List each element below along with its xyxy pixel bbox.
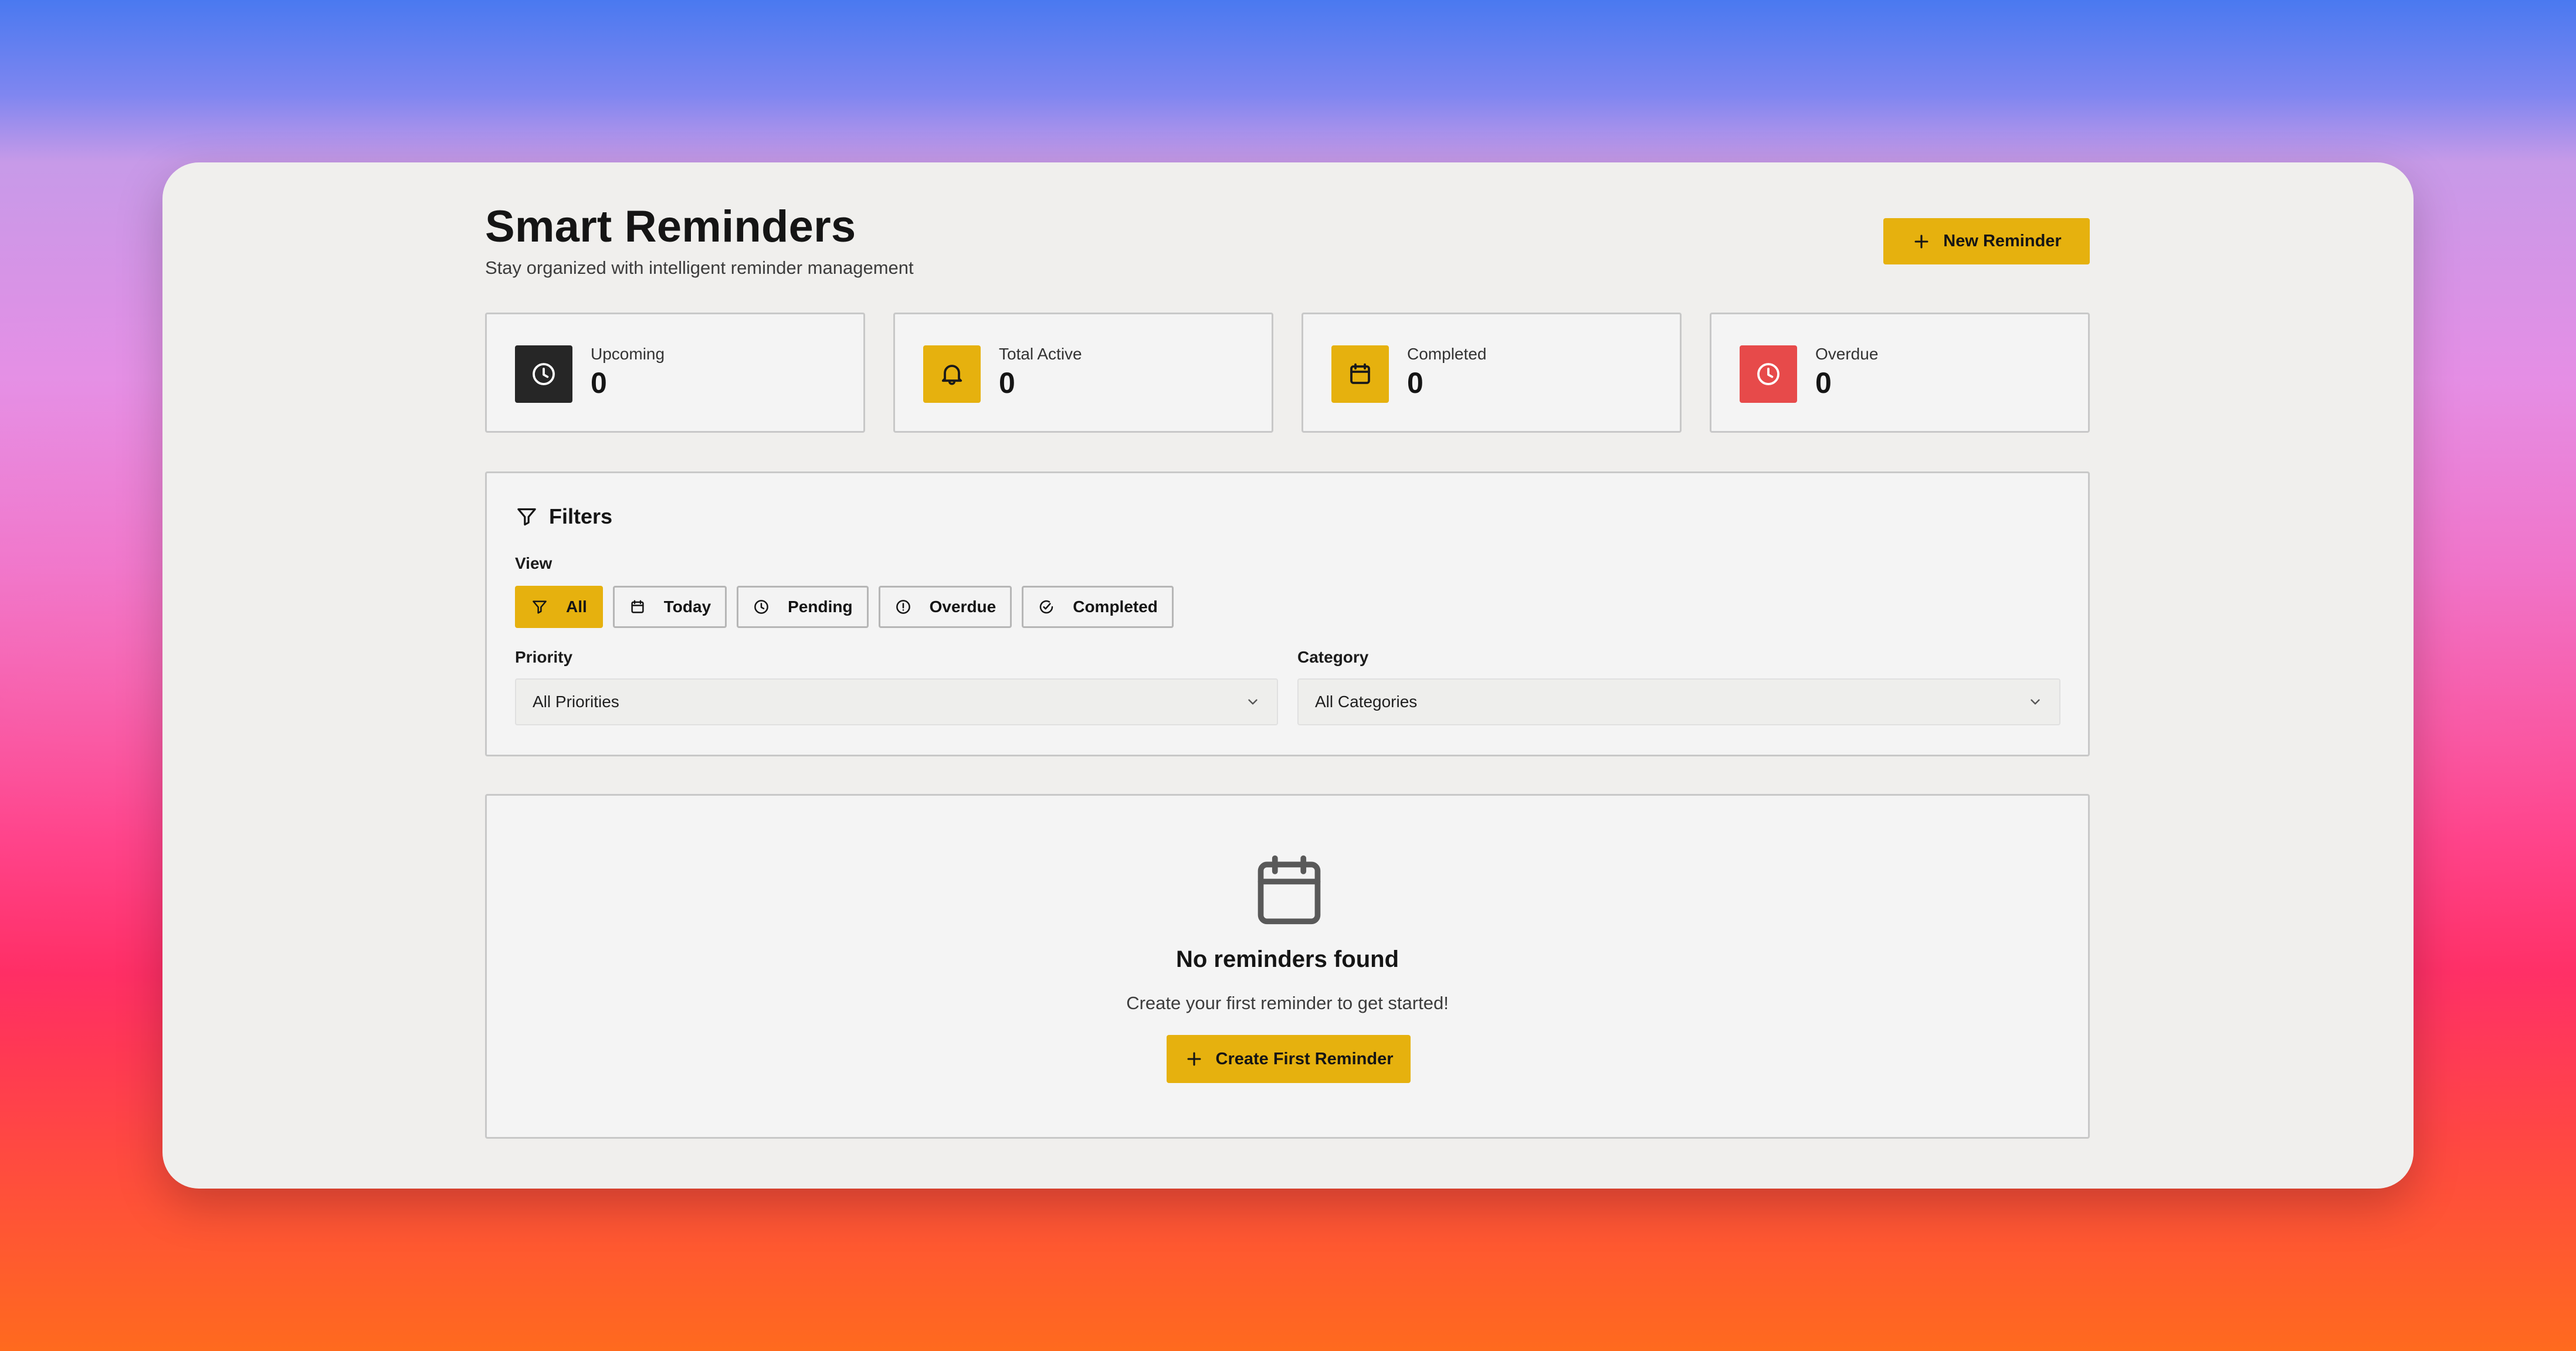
app-content: Smart Reminders Stay organized with inte… bbox=[485, 198, 2090, 1153]
stat-label: Total Active bbox=[999, 345, 1082, 363]
view-tabs: All Today Pending Overdue Completed bbox=[515, 586, 1174, 628]
category-select[interactable]: All Categories bbox=[1297, 678, 2060, 725]
stat-value: 0 bbox=[999, 366, 1015, 399]
stat-icon-overdue bbox=[1740, 345, 1797, 403]
category-select-value: All Categories bbox=[1315, 693, 1418, 711]
stat-label: Overdue bbox=[1815, 345, 1879, 363]
tab-label: Today bbox=[663, 598, 711, 616]
page-subtitle: Stay organized with intelligent reminder… bbox=[485, 257, 914, 278]
tab-completed[interactable]: Completed bbox=[1022, 586, 1174, 628]
app-window: Smart Reminders Stay organized with inte… bbox=[162, 162, 2414, 1189]
plus-icon bbox=[1914, 235, 1928, 248]
stat-value: 0 bbox=[1407, 366, 1423, 399]
filter-icon bbox=[517, 508, 536, 526]
filter-icon bbox=[533, 600, 547, 614]
chevron-down-icon bbox=[2031, 699, 2040, 705]
bell-icon bbox=[941, 365, 962, 385]
tab-label: All bbox=[566, 598, 587, 616]
create-first-reminder-button[interactable]: Create First Reminder bbox=[1167, 1035, 1411, 1083]
tab-label: Pending bbox=[788, 598, 853, 616]
stat-value: 0 bbox=[1815, 366, 1832, 399]
filters-heading: Filters bbox=[515, 504, 612, 529]
filters-panel: Filters View All Today Pending Overdue C… bbox=[485, 471, 2090, 756]
plus-icon bbox=[1187, 1052, 1201, 1066]
stat-card-upcoming: Upcoming 0 bbox=[485, 313, 865, 433]
stat-card-total-active: Total Active 0 bbox=[893, 313, 1273, 433]
tab-all[interactable]: All bbox=[515, 586, 603, 628]
tab-today[interactable]: Today bbox=[612, 586, 727, 628]
stat-label: Completed bbox=[1407, 345, 1487, 363]
tab-overdue[interactable]: Overdue bbox=[878, 586, 1012, 628]
empty-state-description: Create your first reminder to get starte… bbox=[1126, 993, 1449, 1013]
stat-icon-upcoming bbox=[515, 345, 572, 403]
page-title: Smart Reminders bbox=[485, 202, 856, 252]
priority-select[interactable]: All Priorities bbox=[515, 678, 1278, 725]
stat-card-overdue: Overdue 0 bbox=[1710, 313, 2090, 433]
priority-select-value: All Priorities bbox=[533, 693, 619, 711]
create-first-reminder-label: Create First Reminder bbox=[1215, 1049, 1394, 1068]
page-header: Smart Reminders Stay organized with inte… bbox=[485, 198, 2090, 297]
stat-value: 0 bbox=[591, 366, 607, 399]
calendar-icon bbox=[1350, 363, 1370, 384]
tab-label: Overdue bbox=[929, 598, 996, 616]
stat-label: Upcoming bbox=[591, 345, 665, 363]
view-label: View bbox=[515, 554, 553, 572]
category-label: Category bbox=[1297, 648, 1369, 666]
stat-icon-completed bbox=[1331, 345, 1389, 403]
clock-icon bbox=[754, 600, 769, 614]
check-circle-icon bbox=[1039, 600, 1053, 614]
chevron-down-icon bbox=[1248, 699, 1258, 705]
stats-row: Upcoming 0 Total Active 0 Completed 0 Ov… bbox=[485, 313, 2090, 434]
new-reminder-button[interactable]: New Reminder bbox=[1883, 218, 2090, 264]
alert-circle-icon bbox=[896, 600, 910, 614]
tab-label: Completed bbox=[1073, 598, 1158, 616]
tab-pending[interactable]: Pending bbox=[737, 586, 869, 628]
filters-title: Filters bbox=[549, 504, 613, 528]
empty-state-title: No reminders found bbox=[1175, 946, 1399, 972]
calendar-icon bbox=[631, 600, 644, 613]
empty-state-panel: No reminders found Create your first rem… bbox=[485, 794, 2090, 1139]
stat-card-completed: Completed 0 bbox=[1301, 313, 1682, 433]
clock-icon bbox=[1757, 363, 1780, 385]
calendar-icon bbox=[1258, 855, 1321, 925]
new-reminder-label: New Reminder bbox=[1943, 232, 2062, 250]
priority-label: Priority bbox=[515, 648, 573, 666]
clock-icon bbox=[533, 363, 555, 385]
stat-icon-total-active bbox=[923, 345, 981, 403]
